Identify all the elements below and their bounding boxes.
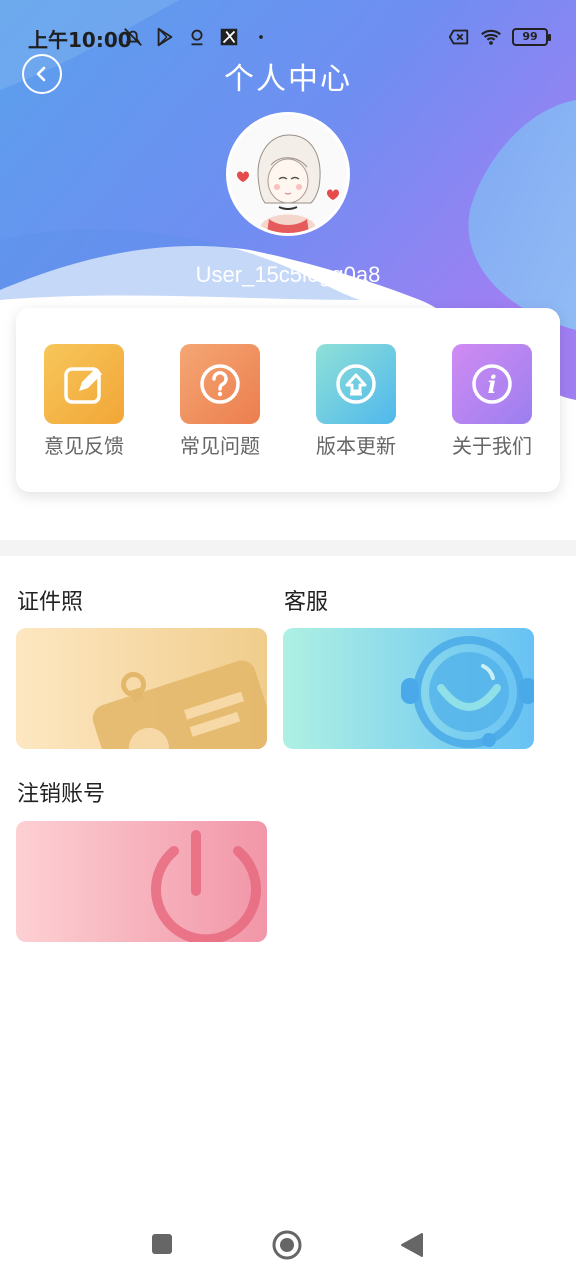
customer-service-label: 客服 [284,590,329,615]
upload-icon [316,344,396,424]
username: User_15c5l6gq0a8 [195,262,381,287]
menu-label: 版本更新 [316,434,396,458]
system-nav-bar [0,1220,576,1270]
id-photo-card[interactable] [16,628,267,749]
mute-bell-icon [124,28,142,46]
circle-home-icon[interactable] [272,1230,302,1260]
section-divider [0,540,576,556]
status-time: 上午10:00 [28,28,132,52]
menu-item-update[interactable]: 版本更新 [301,344,411,459]
menu-item-faq[interactable]: 常见问题 [165,344,275,459]
battery-icon: 99 [512,28,551,46]
triangle-back-icon[interactable] [400,1232,424,1258]
power-icon [151,830,261,942]
svg-text:i: i [487,370,496,399]
location-icon [191,29,203,46]
cancel-account-label: 注销账号 [17,782,106,807]
menu-label: 常见问题 [180,434,260,458]
app-icon [220,28,238,46]
id-photo-label: 证件照 [17,590,84,615]
cancel-account-card[interactable] [16,821,267,942]
id-card-icon [92,660,267,749]
edit-icon [44,344,124,424]
dot-icon [259,35,263,39]
play-store-icon [157,27,173,47]
customer-service-card[interactable] [283,628,534,749]
status-bar: 上午10:00 99 [0,20,576,54]
menu-item-about[interactable]: i 关于我们 [437,344,547,459]
wifi-icon [481,29,501,45]
question-icon [180,344,260,424]
square-recents-icon[interactable] [150,1232,174,1256]
avatar[interactable] [226,112,350,236]
avatar-illustration [229,115,347,233]
info-icon: i [452,344,532,424]
menu-item-feedback[interactable]: 意见反馈 [29,344,139,459]
menu-label: 关于我们 [452,434,532,458]
menu-card: 意见反馈 常见问题 版本更新 i 关于我们 [16,308,560,492]
headset-icon [401,636,534,748]
menu-label: 意见反馈 [44,434,124,458]
battery-x-icon [448,29,469,45]
page-title: 个人中心 [224,62,352,97]
